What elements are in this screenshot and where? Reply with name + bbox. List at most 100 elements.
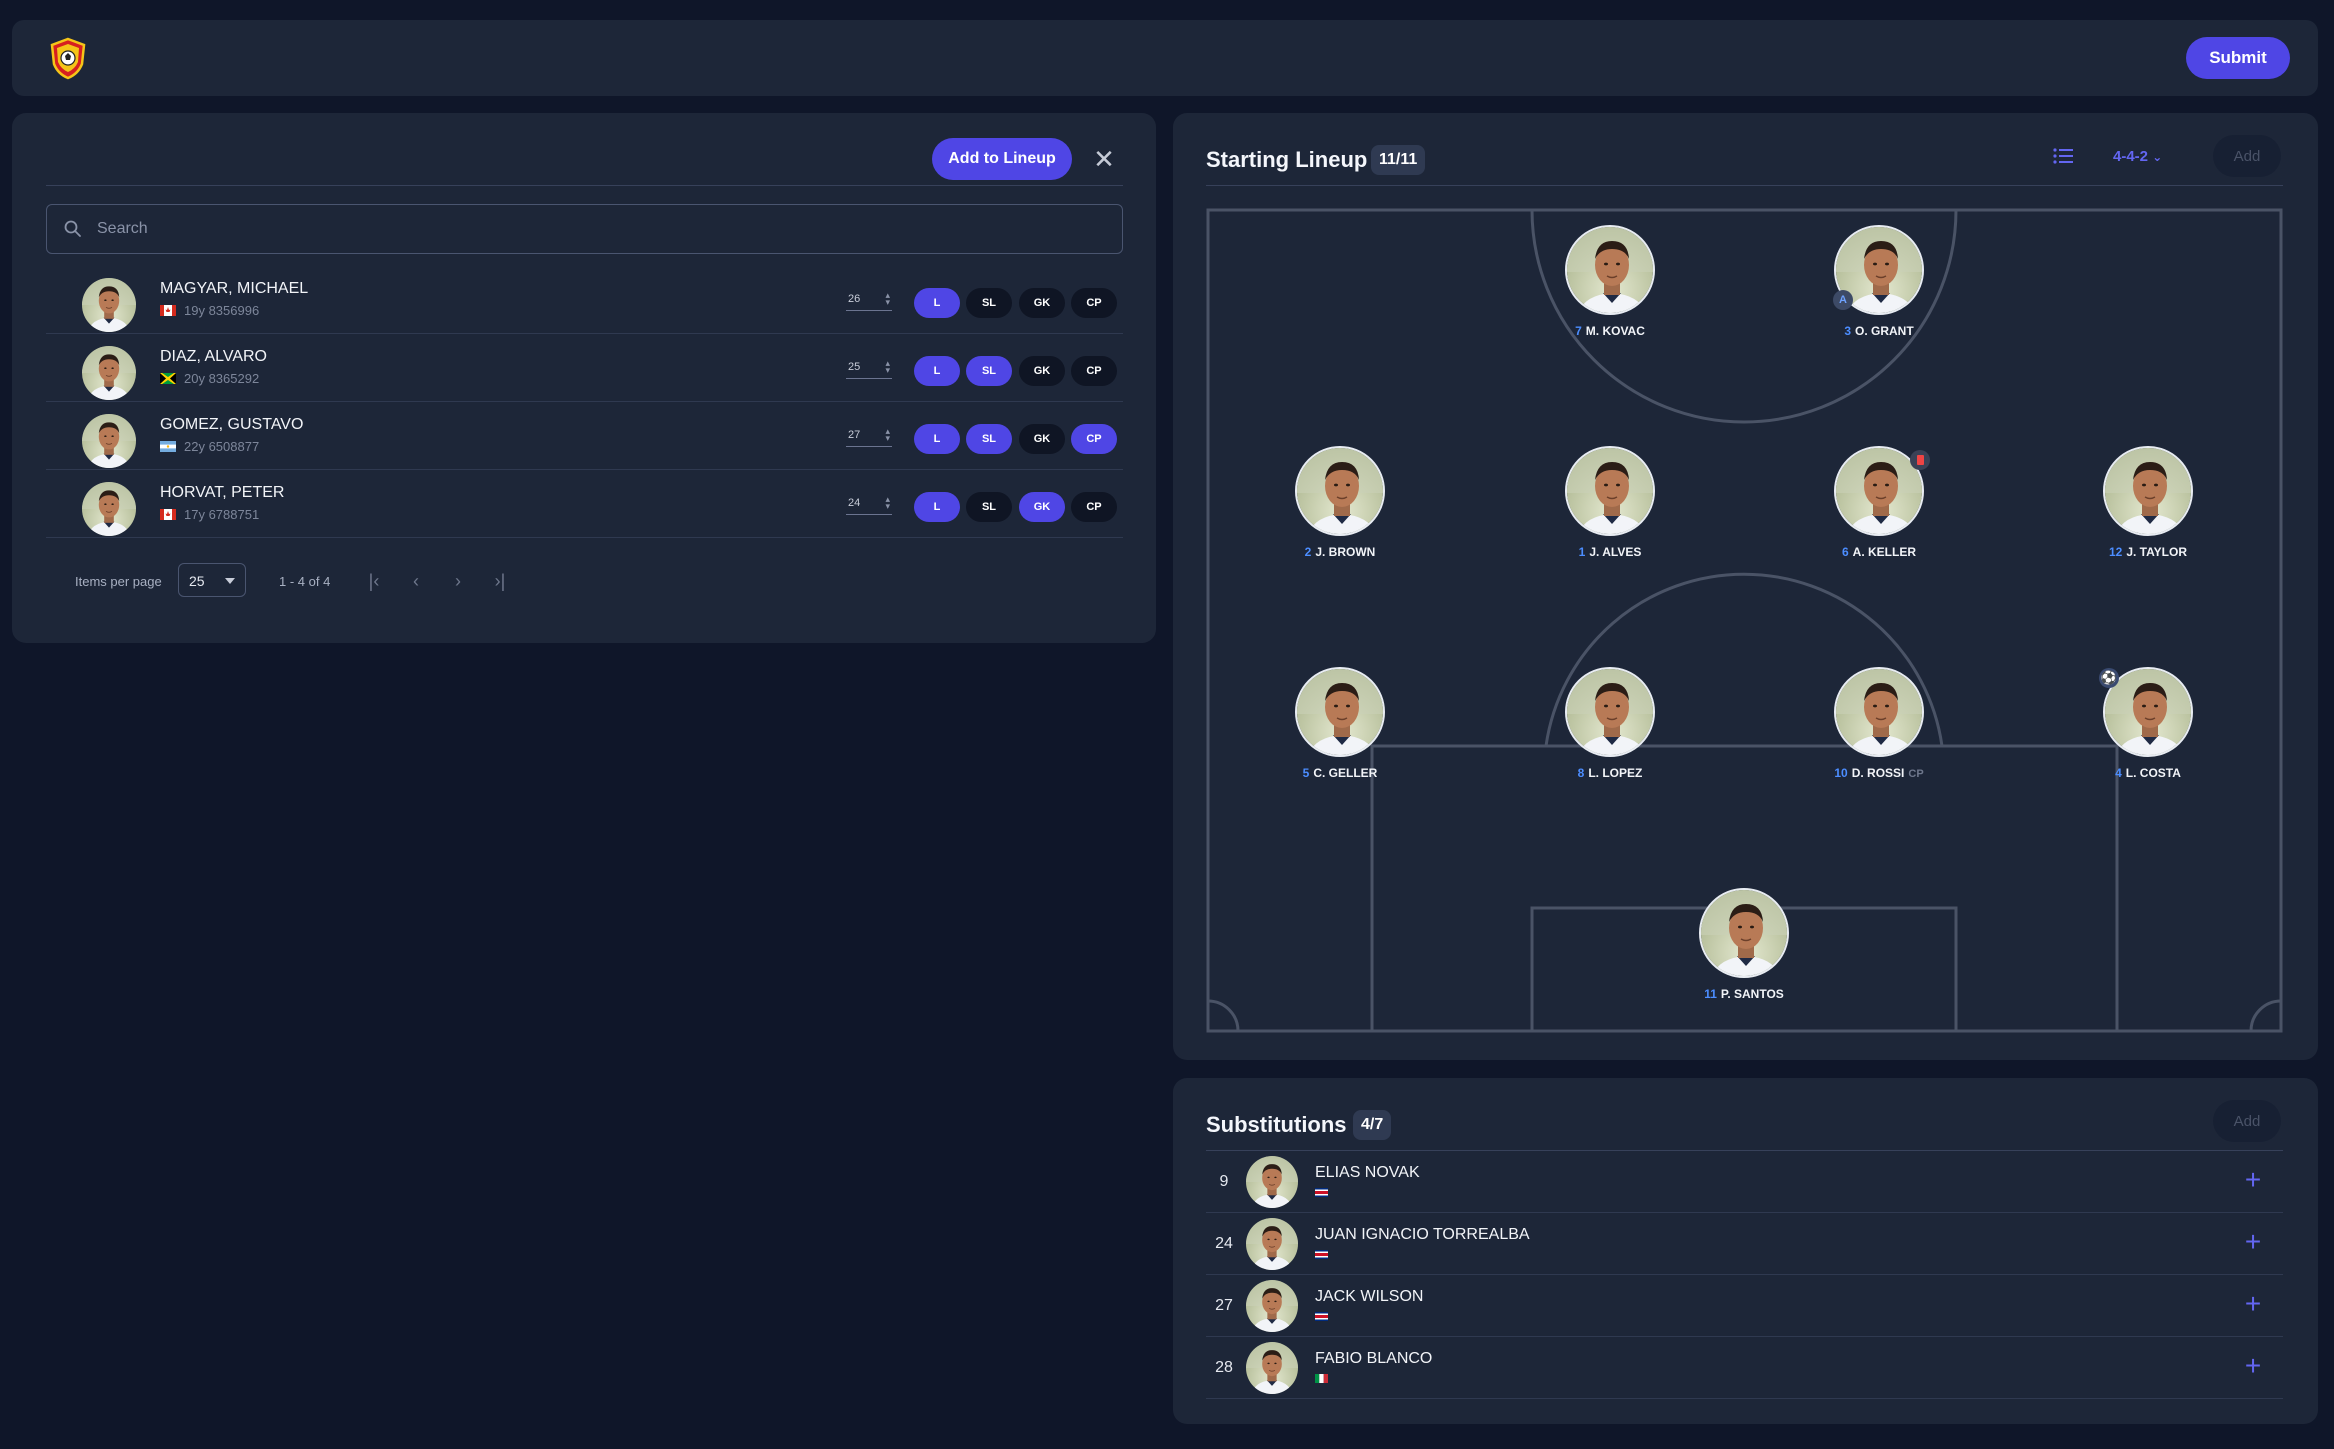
list-item[interactable]: 9 ELIAS NOVAK + [1206, 1151, 2283, 1213]
player-name: HORVAT, PETER [160, 484, 285, 501]
sub-name: JACK WILSON [1315, 1288, 1424, 1305]
add-icon[interactable]: + [2239, 1166, 2267, 1195]
sub-number: 27 [1215, 1297, 1233, 1314]
items-per-page-select[interactable]: 25 [178, 563, 246, 597]
toggle-gk[interactable]: GK [1019, 288, 1065, 318]
add-icon[interactable]: + [2239, 1290, 2267, 1319]
pitch-player[interactable]: 6 A. KELLER [1779, 446, 1979, 571]
chevron-down-icon [225, 578, 235, 584]
pitch-player[interactable]: 5 C. GELLER [1240, 667, 1440, 792]
toggle-sl[interactable]: SL [966, 288, 1012, 318]
substitutions-count-badge: 4/7 [1353, 1110, 1392, 1140]
flag-icon [160, 373, 176, 384]
sub-number: 9 [1219, 1173, 1229, 1190]
pitch-player[interactable]: 12 J. TAYLOR [2048, 446, 2248, 571]
panel-divider [46, 185, 1123, 186]
table-row[interactable]: DIAZ, ALVARO 20y 8365292 25 ▴ ▾ L SL GK CP [46, 334, 1123, 402]
list-view-icon[interactable] [2053, 147, 2075, 165]
paginator: Items per page 25 1 - 4 of 4 |‹ ‹ › ›| [12, 563, 1156, 599]
pitch-player[interactable]: 11 P. SANTOS [1644, 888, 1844, 1013]
flag-icon [1315, 1250, 1328, 1259]
jersey-number-input[interactable]: 24 ▴ ▾ [846, 493, 892, 515]
jersey-number-input[interactable]: 26 ▴ ▾ [846, 289, 892, 311]
player-avatar [1246, 1218, 1298, 1270]
toggle-cp[interactable]: CP [1071, 424, 1117, 454]
toggle-cp[interactable]: CP [1071, 288, 1117, 318]
player-avatar [82, 414, 136, 468]
add-to-lineup-button[interactable]: Add to Lineup [932, 138, 1072, 180]
player-avatar [1699, 888, 1789, 978]
player-avatar [1565, 446, 1655, 536]
toggle-sl[interactable]: SL [966, 492, 1012, 522]
stepper-icon[interactable]: ▴ ▾ [885, 359, 890, 375]
pitch-player[interactable]: 7 M. KOVAC [1510, 225, 1710, 350]
player-avatar [82, 346, 136, 400]
flag-icon [1315, 1188, 1328, 1197]
list-item[interactable]: 27 JACK WILSON + [1206, 1275, 2283, 1337]
pitch-player[interactable]: 1 J. ALVES [1510, 446, 1710, 571]
player-avatar [1295, 667, 1385, 757]
table-row[interactable]: MAGYAR, MICHAEL 19y 8356996 26 ▴ ▾ L SL GK… [46, 266, 1123, 334]
add-icon[interactable]: + [2239, 1228, 2267, 1257]
player-avatar [2103, 446, 2193, 536]
submit-button[interactable]: Submit [2186, 37, 2290, 79]
player-avatar [1565, 667, 1655, 757]
toggle-gk[interactable]: GK [1019, 492, 1065, 522]
pitch-player[interactable]: A 3 O. GRANT [1779, 225, 1979, 350]
player-name: MAGYAR, MICHAEL [160, 280, 309, 297]
flag-icon [1315, 1312, 1328, 1321]
first-page-icon[interactable]: |‹ [362, 569, 386, 593]
toggle-cp[interactable]: CP [1071, 356, 1117, 386]
formation-select[interactable]: 4-4-2 ⌄ [2113, 148, 2162, 165]
player-meta: 19y 8356996 [184, 303, 260, 318]
pitch-player[interactable]: ⚽ 4 L. COSTA [2048, 667, 2248, 792]
substitutions-add-button[interactable]: Add [2213, 1100, 2281, 1142]
lineup-title: Starting Lineup [1206, 147, 1368, 172]
pitch-player[interactable]: 2 J. BROWN [1240, 446, 1440, 571]
toggle-gk[interactable]: GK [1019, 356, 1065, 386]
table-row[interactable]: HORVAT, PETER 17y 6788751 24 ▴ ▾ L SL GK C… [46, 470, 1123, 538]
jersey-number-input[interactable]: 27 ▴ ▾ [846, 425, 892, 447]
search-input[interactable]: Search [46, 204, 1123, 254]
toggle-l[interactable]: L [914, 288, 960, 318]
club-logo [46, 36, 90, 80]
list-item[interactable]: 24 JUAN IGNACIO TORREALBA + [1206, 1213, 2283, 1275]
jersey-number-input[interactable]: 25 ▴ ▾ [846, 357, 892, 379]
sub-name: JUAN IGNACIO TORREALBA [1315, 1226, 1530, 1243]
next-page-icon[interactable]: › [446, 569, 470, 593]
lineup-count-badge: 11/11 [1371, 145, 1426, 175]
pitch-player[interactable]: 10 D. ROSSI CP [1779, 667, 1979, 792]
lineup-add-button[interactable]: Add [2213, 135, 2281, 177]
panel-divider [1206, 185, 2283, 186]
table-row[interactable]: GOMEZ, GUSTAVO 22y 6508877 27 ▴ ▾ L SL GK … [46, 402, 1123, 470]
toggle-cp[interactable]: CP [1071, 492, 1117, 522]
list-item[interactable]: 28 FABIO BLANCO + [1206, 1337, 2283, 1399]
search-placeholder: Search [97, 220, 148, 237]
flag-icon [160, 509, 176, 520]
player-name: DIAZ, ALVARO [160, 348, 267, 365]
stepper-icon[interactable]: ▴ ▾ [885, 495, 890, 511]
toggle-sl[interactable]: SL [966, 424, 1012, 454]
close-icon[interactable]: ✕ [1090, 145, 1118, 173]
player-search-panel: Add to Lineup ✕ Search MAGYAR, MICHAEL 1… [12, 113, 1156, 643]
toggle-l[interactable]: L [914, 356, 960, 386]
previous-page-icon[interactable]: ‹ [404, 569, 428, 593]
toggle-l[interactable]: L [914, 492, 960, 522]
stepper-icon[interactable]: ▴ ▾ [885, 427, 890, 443]
stepper-icon[interactable]: ▴ ▾ [885, 291, 890, 307]
flag-icon [160, 441, 176, 452]
add-icon[interactable]: + [2239, 1352, 2267, 1381]
toggle-gk[interactable]: GK [1019, 424, 1065, 454]
player-meta: 22y 6508877 [184, 439, 260, 454]
assistant-captain-badge: A [1833, 290, 1853, 310]
red-card-icon [1910, 450, 1930, 470]
pitch-player[interactable]: 8 L. LOPEZ [1510, 667, 1710, 792]
player-name: GOMEZ, GUSTAVO [160, 416, 304, 433]
player-avatar [1246, 1156, 1298, 1208]
player-avatar [1246, 1280, 1298, 1332]
toggle-sl[interactable]: SL [966, 356, 1012, 386]
last-page-icon[interactable]: ›| [488, 569, 512, 593]
page-range: 1 - 4 of 4 [279, 574, 331, 589]
toggle-l[interactable]: L [914, 424, 960, 454]
chevron-down-icon: ⌄ [2152, 150, 2163, 164]
